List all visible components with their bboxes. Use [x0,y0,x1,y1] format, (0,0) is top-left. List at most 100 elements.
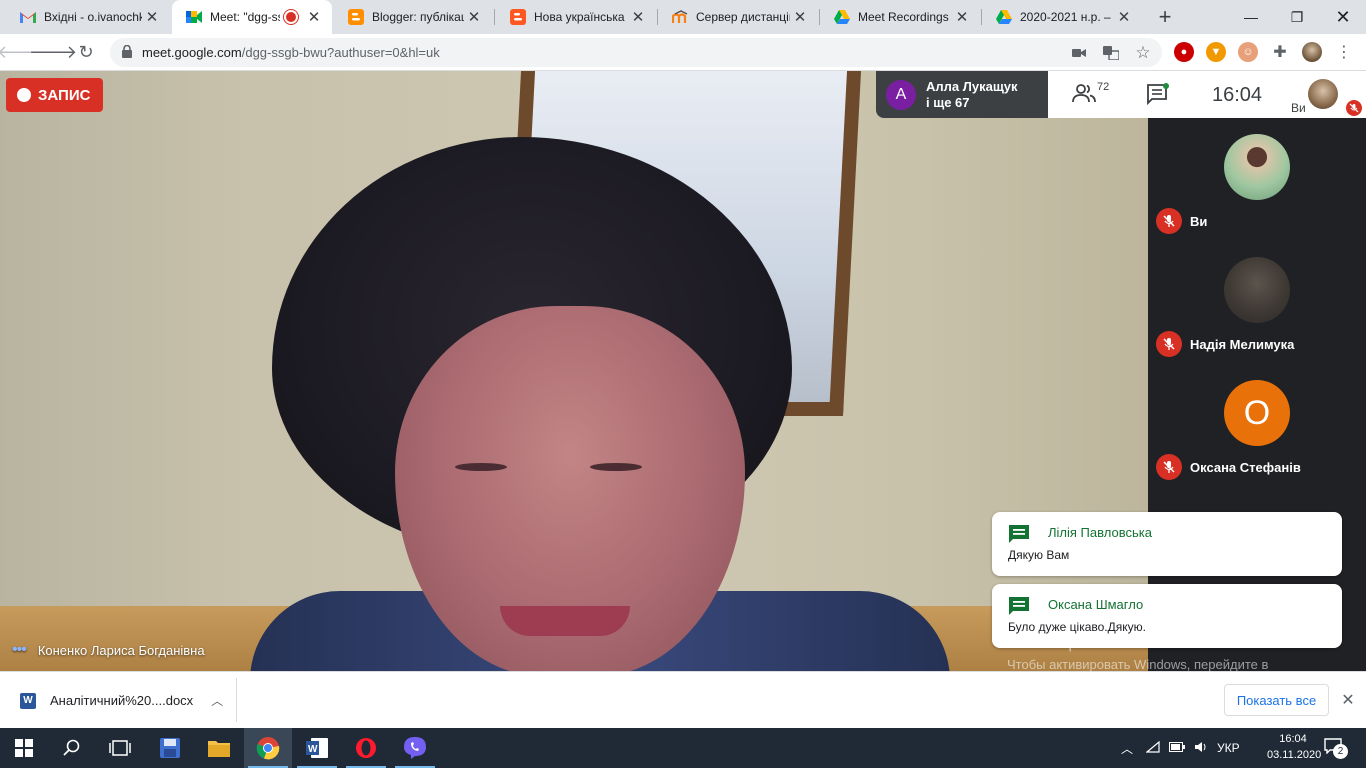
close-tab-icon[interactable]: ✕ [304,7,324,27]
download-file-name: Аналітичний%20....docx [50,693,194,708]
minimize-button[interactable]: — [1228,0,1274,34]
tab-moodle[interactable]: Сервер дистанційного ✕ [658,0,818,34]
translate-icon[interactable] [1102,44,1120,62]
task-view-icon [109,740,131,756]
chat-button[interactable] [1146,83,1170,110]
tab-nush[interactable]: Нова українська школа ✕ [496,0,656,34]
taskbar-opera[interactable] [342,728,390,768]
chevron-up-icon[interactable]: ︿ [1118,740,1136,757]
presenter-chip[interactable]: A Алла Лукащук і ще 67 [876,71,1048,118]
participant-avatar [1224,257,1290,323]
speaking-dots-icon: ••• [12,641,27,658]
taskbar-chrome[interactable] [244,728,292,768]
tab-gmail[interactable]: Вхідні - o.ivanochko ✕ [6,0,170,34]
forward-button[interactable]: 🡒 [29,38,77,66]
recording-label: ЗАПИС [38,86,91,104]
tab-title: Вхідні - o.ivanochko [44,10,142,24]
mic-off-icon [1156,208,1182,234]
viber-icon [404,737,426,759]
taskbar-word[interactable]: W [293,728,341,768]
participants-button[interactable]: 72 [1072,81,1110,103]
close-tab-icon[interactable]: ✕ [464,7,484,27]
watermark-title: Активация Windows [1007,633,1164,652]
tab-separator [494,9,495,25]
start-button[interactable] [0,728,48,768]
network-icon[interactable] [1145,740,1160,756]
speaker-eye [590,463,642,471]
participant-count: 72 [1097,81,1110,93]
word-doc-icon: W [20,692,36,709]
bookmark-star-icon[interactable]: ☆ [1134,43,1152,62]
close-shelf-icon[interactable]: ✕ [1338,690,1358,710]
participant-tile[interactable]: Ви [1148,118,1366,241]
chevron-up-icon[interactable]: ︿ [211,692,223,709]
mic-off-icon [1156,454,1182,480]
host-text: Алла Лукащук і ще 67 [926,79,1018,111]
opera-ext-icon[interactable]: ● [1174,42,1194,62]
notification-badge: 2 [1333,744,1348,759]
language-indicator[interactable]: УКР [1217,741,1240,755]
tab-title: Meet: "dgg-ssgb-bwu" [210,10,280,24]
close-tab-icon[interactable]: ✕ [952,7,972,27]
profile-avatar[interactable] [1302,42,1322,62]
search-button[interactable] [48,728,96,768]
battery-icon[interactable] [1169,741,1185,755]
close-window-button[interactable]: ✕ [1320,0,1366,34]
shelf-divider [236,678,237,722]
self-mic-off-icon [1346,100,1362,116]
close-tab-icon[interactable]: ✕ [1114,7,1134,27]
download-item[interactable]: W Аналітичний%20....docx ︿ [20,692,223,709]
action-center-button[interactable]: 2 [1324,738,1348,759]
volume-icon[interactable] [1194,741,1208,756]
floppy-icon [160,738,180,758]
blogger-icon [348,9,364,25]
face-ext-icon[interactable]: ☺ [1238,42,1258,62]
gmail-icon [20,9,36,25]
meet-top-bar: 72 16:04 Ви [1048,71,1366,118]
close-tab-icon[interactable]: ✕ [142,7,162,27]
meet-icon [186,9,202,25]
self-label: Ви [1291,101,1306,115]
tab-title: Meet Recordings - Google [858,10,952,24]
participant-tile[interactable]: Надія Мелимука [1148,241,1366,364]
close-tab-icon[interactable]: ✕ [628,7,648,27]
search-icon [63,739,80,756]
opera-icon [356,738,376,758]
reload-button[interactable]: ↻ [72,38,100,66]
taskbar-save-app[interactable] [146,728,194,768]
tab-meet-recordings[interactable]: Meet Recordings - Google ✕ [820,0,980,34]
task-view-button[interactable] [96,728,144,768]
participant-avatar [1224,134,1290,200]
meeting-clock: 16:04 [1212,84,1263,106]
new-tab-button[interactable]: + [1153,4,1177,29]
self-avatar[interactable] [1308,79,1338,109]
camera-icon[interactable] [1070,44,1088,62]
chat-message: Було дуже цікаво.Дякую. [1008,620,1146,634]
host-name: Алла Лукащук [926,78,1018,94]
participant-name: Оксана Стефанів [1190,460,1301,475]
participant-tile[interactable]: О Оксана Стефанів [1148,364,1366,487]
tab-title: Blogger: публікації [372,10,464,24]
extensions-puzzle-icon[interactable]: ✚ [1270,42,1290,62]
taskbar-clock[interactable]: 16:04 03.11.2020 [1267,731,1321,763]
chat-sender: Оксана Шмагло [1048,597,1144,612]
menu-kebab-icon[interactable]: ⋮ [1334,42,1354,62]
taskbar-viber[interactable] [391,728,439,768]
main-speaker-video[interactable]: ЗАПИС ••• Коненко Лариса Богданівна [0,71,1148,671]
tab-drive-2020[interactable]: 2020-2021 н.р. – Google ✕ [982,0,1142,34]
speaker-mouth [500,606,630,636]
system-tray: ︿ УКР [1118,728,1240,768]
url-host: meet.google.com [142,45,242,60]
restore-button[interactable]: ❐ [1274,0,1320,34]
windows-taskbar: W ︿ УКР 16:04 03.11.2020 2 [0,728,1366,768]
taskbar-explorer[interactable] [195,728,243,768]
svg-text:W: W [308,744,318,755]
fox-ext-icon[interactable]: ▼ [1206,42,1226,62]
tab-meet[interactable]: Meet: "dgg-ssgb-bwu" ✕ [172,0,332,34]
speaker-name-label: ••• Коненко Лариса Богданівна [12,641,205,659]
tab-blogger[interactable]: Blogger: публікації ✕ [334,0,492,34]
address-bar[interactable]: meet.google.com/dgg-ssgb-bwu?authuser=0&… [110,38,1162,67]
chat-notification[interactable]: Лілія Павловська Дякую Вам [992,512,1342,576]
close-tab-icon[interactable]: ✕ [790,7,810,27]
url-text: meet.google.com/dgg-ssgb-bwu?authuser=0&… [142,45,440,60]
